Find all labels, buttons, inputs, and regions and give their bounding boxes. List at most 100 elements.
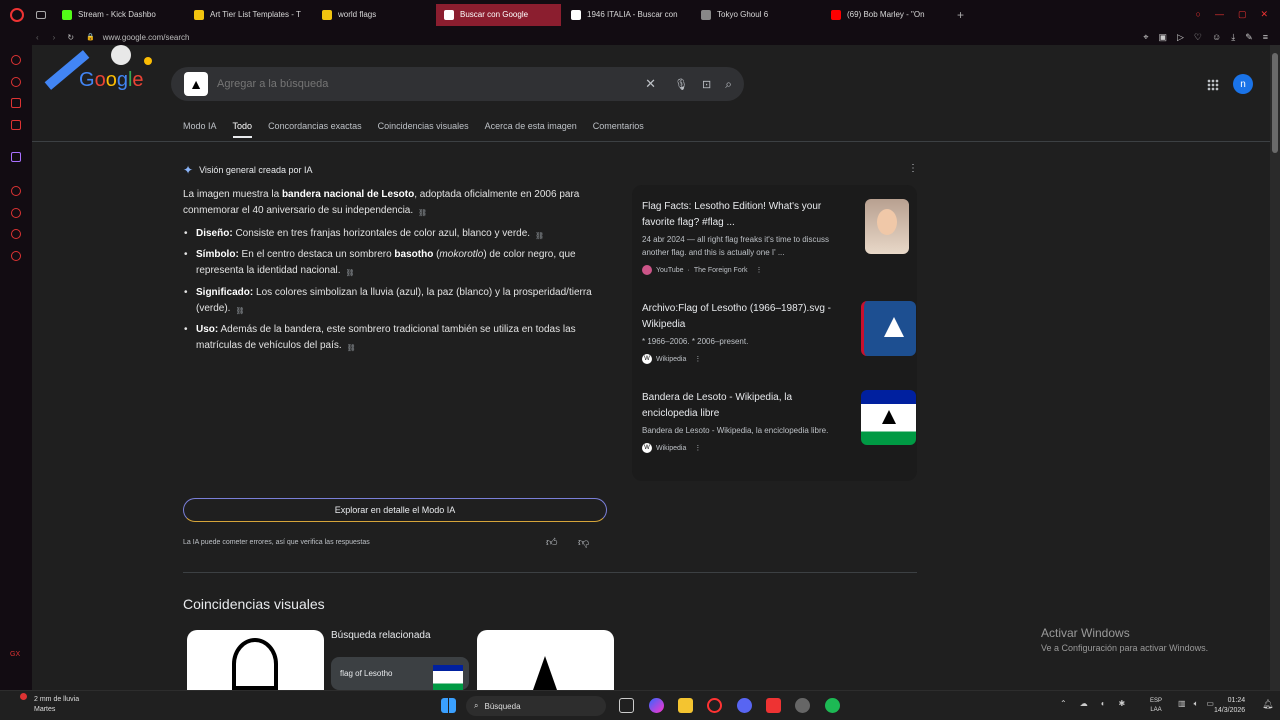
nav-tab[interactable]: Coincidencias visuales [378, 121, 469, 138]
opera-logo-icon[interactable] [10, 7, 24, 22]
source-menu-icon[interactable]: ⋮ [694, 355, 701, 363]
play-icon[interactable]: ▷ [1177, 32, 1184, 43]
browser-tab[interactable]: Buscar con Google [436, 3, 561, 26]
copilot-icon[interactable] [649, 698, 664, 713]
citation-link-icon[interactable]: ⛓ [347, 341, 359, 352]
messenger-icon[interactable] [11, 98, 21, 108]
citation-link-icon[interactable]: ⛓ [346, 266, 358, 277]
wps-icon[interactable] [766, 698, 781, 713]
search-icon[interactable]: ⌕ [725, 77, 732, 92]
clock-icon[interactable] [11, 208, 21, 218]
forward-icon[interactable]: › [53, 33, 56, 42]
new-tab-button[interactable]: + [957, 8, 964, 22]
minimize-icon[interactable]: — [1215, 9, 1224, 20]
scrollbar-thumb[interactable] [1272, 53, 1278, 153]
thumbs-up-icon[interactable]: 👍︎ [546, 536, 558, 549]
tray-app-icon[interactable]: ◐ [1101, 699, 1106, 708]
steam-icon[interactable] [795, 698, 810, 713]
account-avatar[interactable]: n [1233, 74, 1253, 94]
language-indicator[interactable]: ESP LAA [1150, 697, 1162, 715]
thumbs-down-icon[interactable]: 👎︎ [578, 536, 589, 549]
source-title[interactable]: Archivo:Flag of Lesotho (1966–1987).svg … [642, 301, 842, 333]
heart-icon[interactable]: ♡ [1194, 32, 1202, 43]
source-card[interactable]: Archivo:Flag of Lesotho (1966–1987).svg … [642, 301, 916, 364]
file-explorer-icon[interactable] [678, 698, 693, 713]
reload-icon[interactable]: ↻ [67, 33, 74, 42]
citation-link-icon[interactable]: ⛓ [418, 206, 430, 217]
extensions-icon[interactable] [11, 229, 21, 239]
player-icon[interactable] [11, 77, 21, 87]
visual-matches-heading: Coincidencias visuales [183, 596, 325, 612]
url-field[interactable]: www.google.com/search [103, 33, 190, 42]
ai-icon[interactable]: ✎ [1245, 32, 1253, 43]
opera-gx-icon[interactable] [707, 698, 722, 713]
browser-tab[interactable]: Stream - Kick Dashbo [54, 4, 184, 26]
nav-tab[interactable]: Todo [232, 121, 253, 138]
browser-tab[interactable]: (69) Bob Marley - "On [823, 4, 951, 26]
source-title[interactable]: Flag Facts: Lesotho Edition! What's your… [642, 199, 842, 231]
citation-link-icon[interactable]: ⛓ [235, 304, 247, 315]
clear-icon[interactable]: ✕ [645, 76, 656, 92]
menu-icon[interactable]: ≡ [1263, 32, 1268, 43]
windows-start-icon[interactable] [441, 698, 456, 713]
citation-link-icon[interactable]: ⛓ [535, 229, 547, 240]
gx-corner-icon[interactable]: GX [10, 651, 20, 658]
close-window-icon[interactable]: ✕ [1260, 9, 1268, 20]
download-icon[interactable]: ⤓ [1231, 32, 1235, 43]
nav-tab[interactable]: Comentarios [593, 121, 644, 138]
search-box[interactable]: ▲ ✕ 🎙 ⊡ ⌕ [171, 67, 744, 101]
flag-hat-black [882, 410, 896, 424]
maximize-icon[interactable]: ▢ [1238, 9, 1247, 20]
aria-icon[interactable] [11, 55, 21, 65]
browser-tab[interactable]: 1946 ITALIA - Buscar con [563, 4, 691, 26]
page-scrollbar[interactable] [1270, 45, 1280, 690]
taskbar-search[interactable]: ⌕ Búsqueda [466, 696, 606, 716]
browser-tab[interactable]: Art Tier List Templates - T [186, 4, 312, 26]
weather-widget[interactable]: 2 mm de lluvia Martes [14, 693, 79, 715]
tray-chevron-icon[interactable]: ⌃ [1060, 699, 1067, 708]
lens-icon[interactable]: ⊡ [702, 78, 711, 91]
nav-tab[interactable]: Concordancias exactas [268, 121, 362, 138]
more-options-icon[interactable]: ⋮ [908, 163, 918, 174]
gx-icon[interactable] [11, 120, 21, 130]
search-tabs-icon[interactable]: ○ [1196, 9, 1201, 20]
notifications-icon[interactable]: 🔔︎ [1262, 699, 1273, 710]
source-card[interactable]: Flag Facts: Lesotho Edition! What's your… [642, 199, 912, 275]
pin-icon[interactable]: ⌖ [1143, 32, 1148, 43]
browser-tab-bar: Stream - Kick Dashbo Art Tier List Templa… [0, 0, 1280, 29]
back-icon[interactable]: ‹ [36, 33, 39, 42]
source-card[interactable]: Bandera de Lesoto - Wikipedia, la encicl… [642, 390, 916, 453]
mic-icon[interactable]: 🎙 [674, 78, 688, 91]
twitch-icon[interactable] [11, 152, 21, 162]
settings-icon[interactable] [11, 251, 21, 261]
browser-tab[interactable]: world flags [314, 4, 434, 26]
video-thumbnail[interactable] [865, 199, 909, 254]
profile-icon[interactable]: ☺ [1212, 32, 1221, 43]
nav-tab[interactable]: Acerca de esta imagen [485, 121, 577, 138]
task-view-icon[interactable] [619, 698, 634, 713]
discord-icon[interactable] [737, 698, 752, 713]
lens-image-thumb[interactable]: ▲ [184, 72, 208, 96]
lesotho-flag-thumbnail[interactable] [861, 390, 916, 445]
onedrive-icon[interactable]: ☁ [1080, 699, 1088, 708]
network-icons[interactable]: ▥ 🔈︎ ▭ [1178, 699, 1214, 709]
history-icon[interactable] [11, 186, 21, 196]
explore-ai-mode-button[interactable]: Explorar en detalle el Modo IA [183, 498, 607, 522]
bluetooth-icon[interactable]: ✱ [1119, 699, 1126, 708]
nav-tab[interactable]: Modo IA [183, 121, 217, 138]
search-input[interactable] [217, 78, 646, 90]
visual-match-card[interactable] [187, 630, 324, 690]
browser-tab[interactable]: Tokyo Ghoul 6 [693, 4, 821, 26]
snapshot-icon[interactable]: ▣ [1158, 32, 1167, 43]
flag-1966-thumbnail[interactable] [861, 301, 916, 356]
apps-grid-icon[interactable] [1207, 79, 1219, 91]
clock[interactable]: 01:24 14/3/2026 [1214, 696, 1245, 716]
source-menu-icon[interactable]: ⋮ [694, 444, 701, 452]
source-menu-icon[interactable]: ⋮ [756, 266, 763, 274]
visual-match-card[interactable] [477, 630, 614, 690]
google-logo[interactable]: Google [32, 45, 152, 105]
tabs-menu-icon[interactable] [36, 10, 46, 19]
spotify-icon[interactable] [825, 698, 840, 713]
source-title[interactable]: Bandera de Lesoto - Wikipedia, la encicl… [642, 390, 842, 422]
related-search-chip[interactable]: flag of Lesotho [331, 657, 469, 690]
